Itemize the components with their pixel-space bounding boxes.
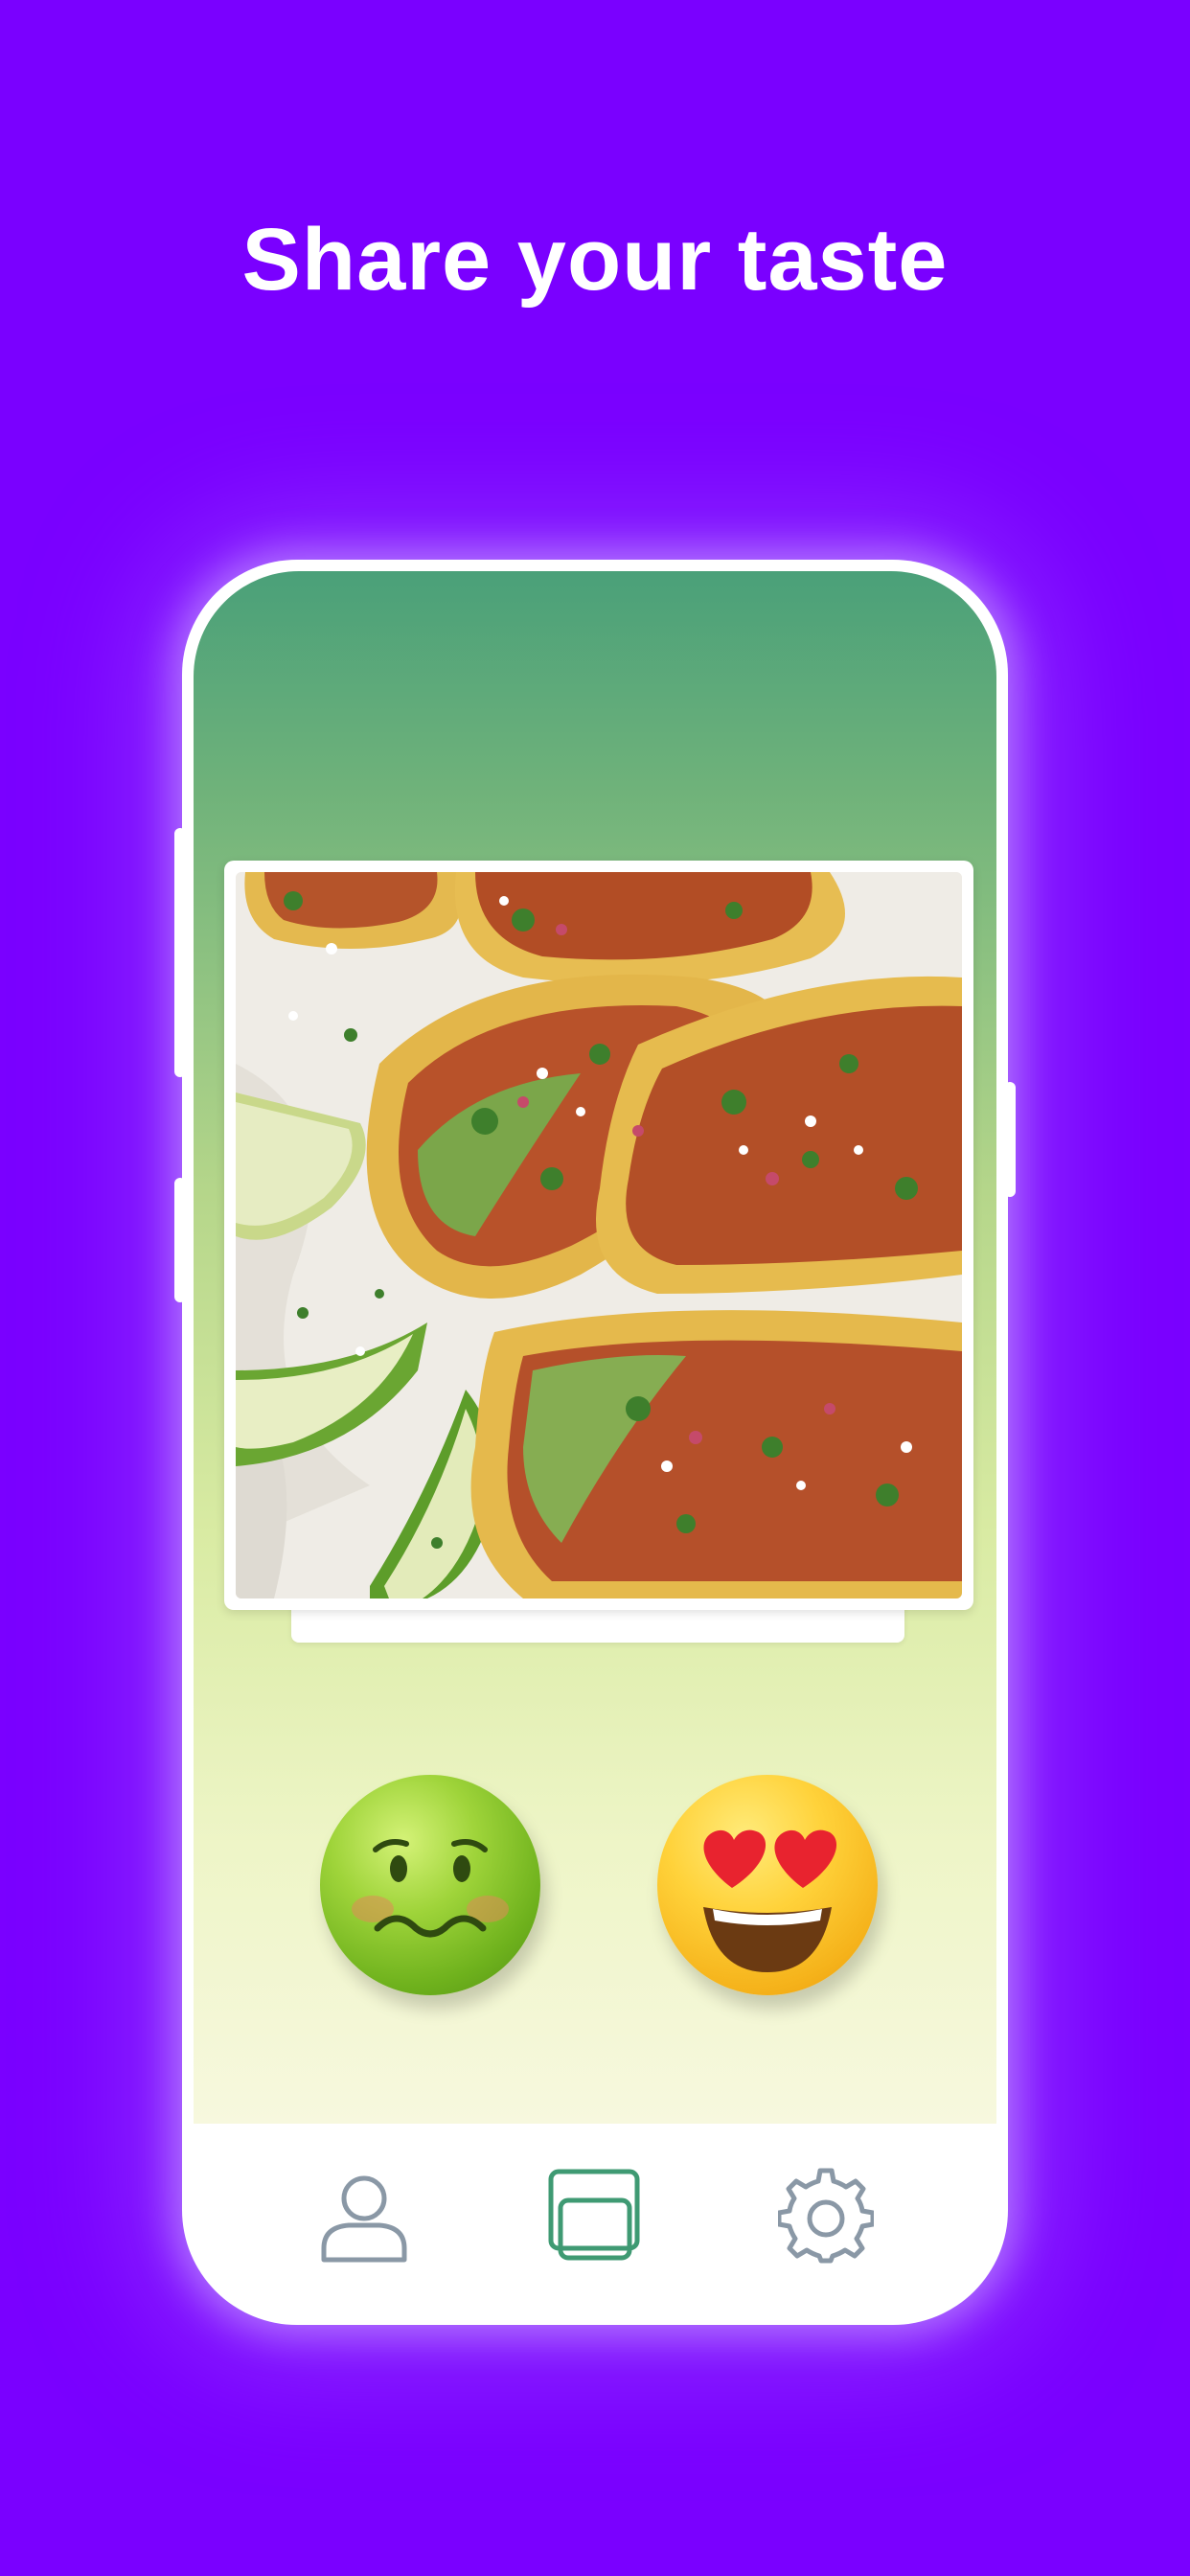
food-card[interactable] xyxy=(224,861,973,1610)
love-emoji-button[interactable] xyxy=(657,1775,878,1995)
nauseated-face-icon xyxy=(352,1839,509,1938)
phone-side-button xyxy=(1004,1082,1016,1197)
gear-icon xyxy=(776,2168,876,2264)
tacos-photo xyxy=(236,872,962,1598)
phone-side-button xyxy=(174,1178,186,1302)
phone-frame xyxy=(174,560,1016,2325)
cards-icon xyxy=(548,2169,640,2261)
phone-side-button xyxy=(174,828,186,1077)
dislike-emoji-button[interactable] xyxy=(320,1775,540,1995)
app-store-screenshot: Share your taste xyxy=(0,0,1190,2576)
tab-cards[interactable] xyxy=(547,2168,643,2264)
tab-profile[interactable] xyxy=(316,2168,412,2264)
heart-eyes-face-icon xyxy=(703,1829,837,1972)
person-icon xyxy=(321,2175,407,2263)
tab-bar xyxy=(194,2124,996,2313)
phone-screen xyxy=(194,571,996,2313)
tab-settings[interactable] xyxy=(776,2168,876,2264)
headline: Share your taste xyxy=(241,211,949,309)
